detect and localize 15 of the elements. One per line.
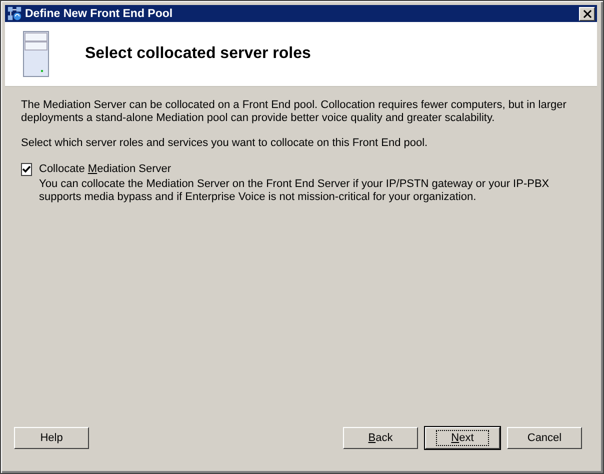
network-icon — [7, 6, 22, 21]
wizard-button[interactable]: Next — [425, 427, 500, 449]
page-heading: Select collocated server roles — [85, 45, 311, 63]
checkbox[interactable] — [21, 163, 32, 176]
close-button[interactable] — [579, 6, 595, 20]
wizard-button[interactable]: Cancel — [507, 427, 582, 449]
window-title: Define New Front End Pool — [25, 8, 174, 20]
checkbox-label[interactable]: Collocate Mediation Server — [39, 162, 172, 176]
help-button[interactable]: Help — [14, 427, 89, 449]
wizard-button[interactable]: Back — [343, 427, 418, 449]
option-description: You can collocate the Mediation Server on the Front End Server if your IP/PSTN gateway or your IP-PBX supports media bypass and if Enterprise Voice is not mission-critical for your organization. — [39, 178, 550, 204]
close-icon — [582, 10, 592, 18]
server-icon — [23, 31, 49, 77]
instruction-text: Select which server roles and services you want to collocate on this Front End pool. — [21, 137, 429, 150]
intro-text: The Mediation Server can be collocated on a Front End pool. Collocation requires fewer computers, but in larger deployments a stand-alone Mediation pool can provide better voice quality and greater scalability. — [21, 99, 568, 125]
